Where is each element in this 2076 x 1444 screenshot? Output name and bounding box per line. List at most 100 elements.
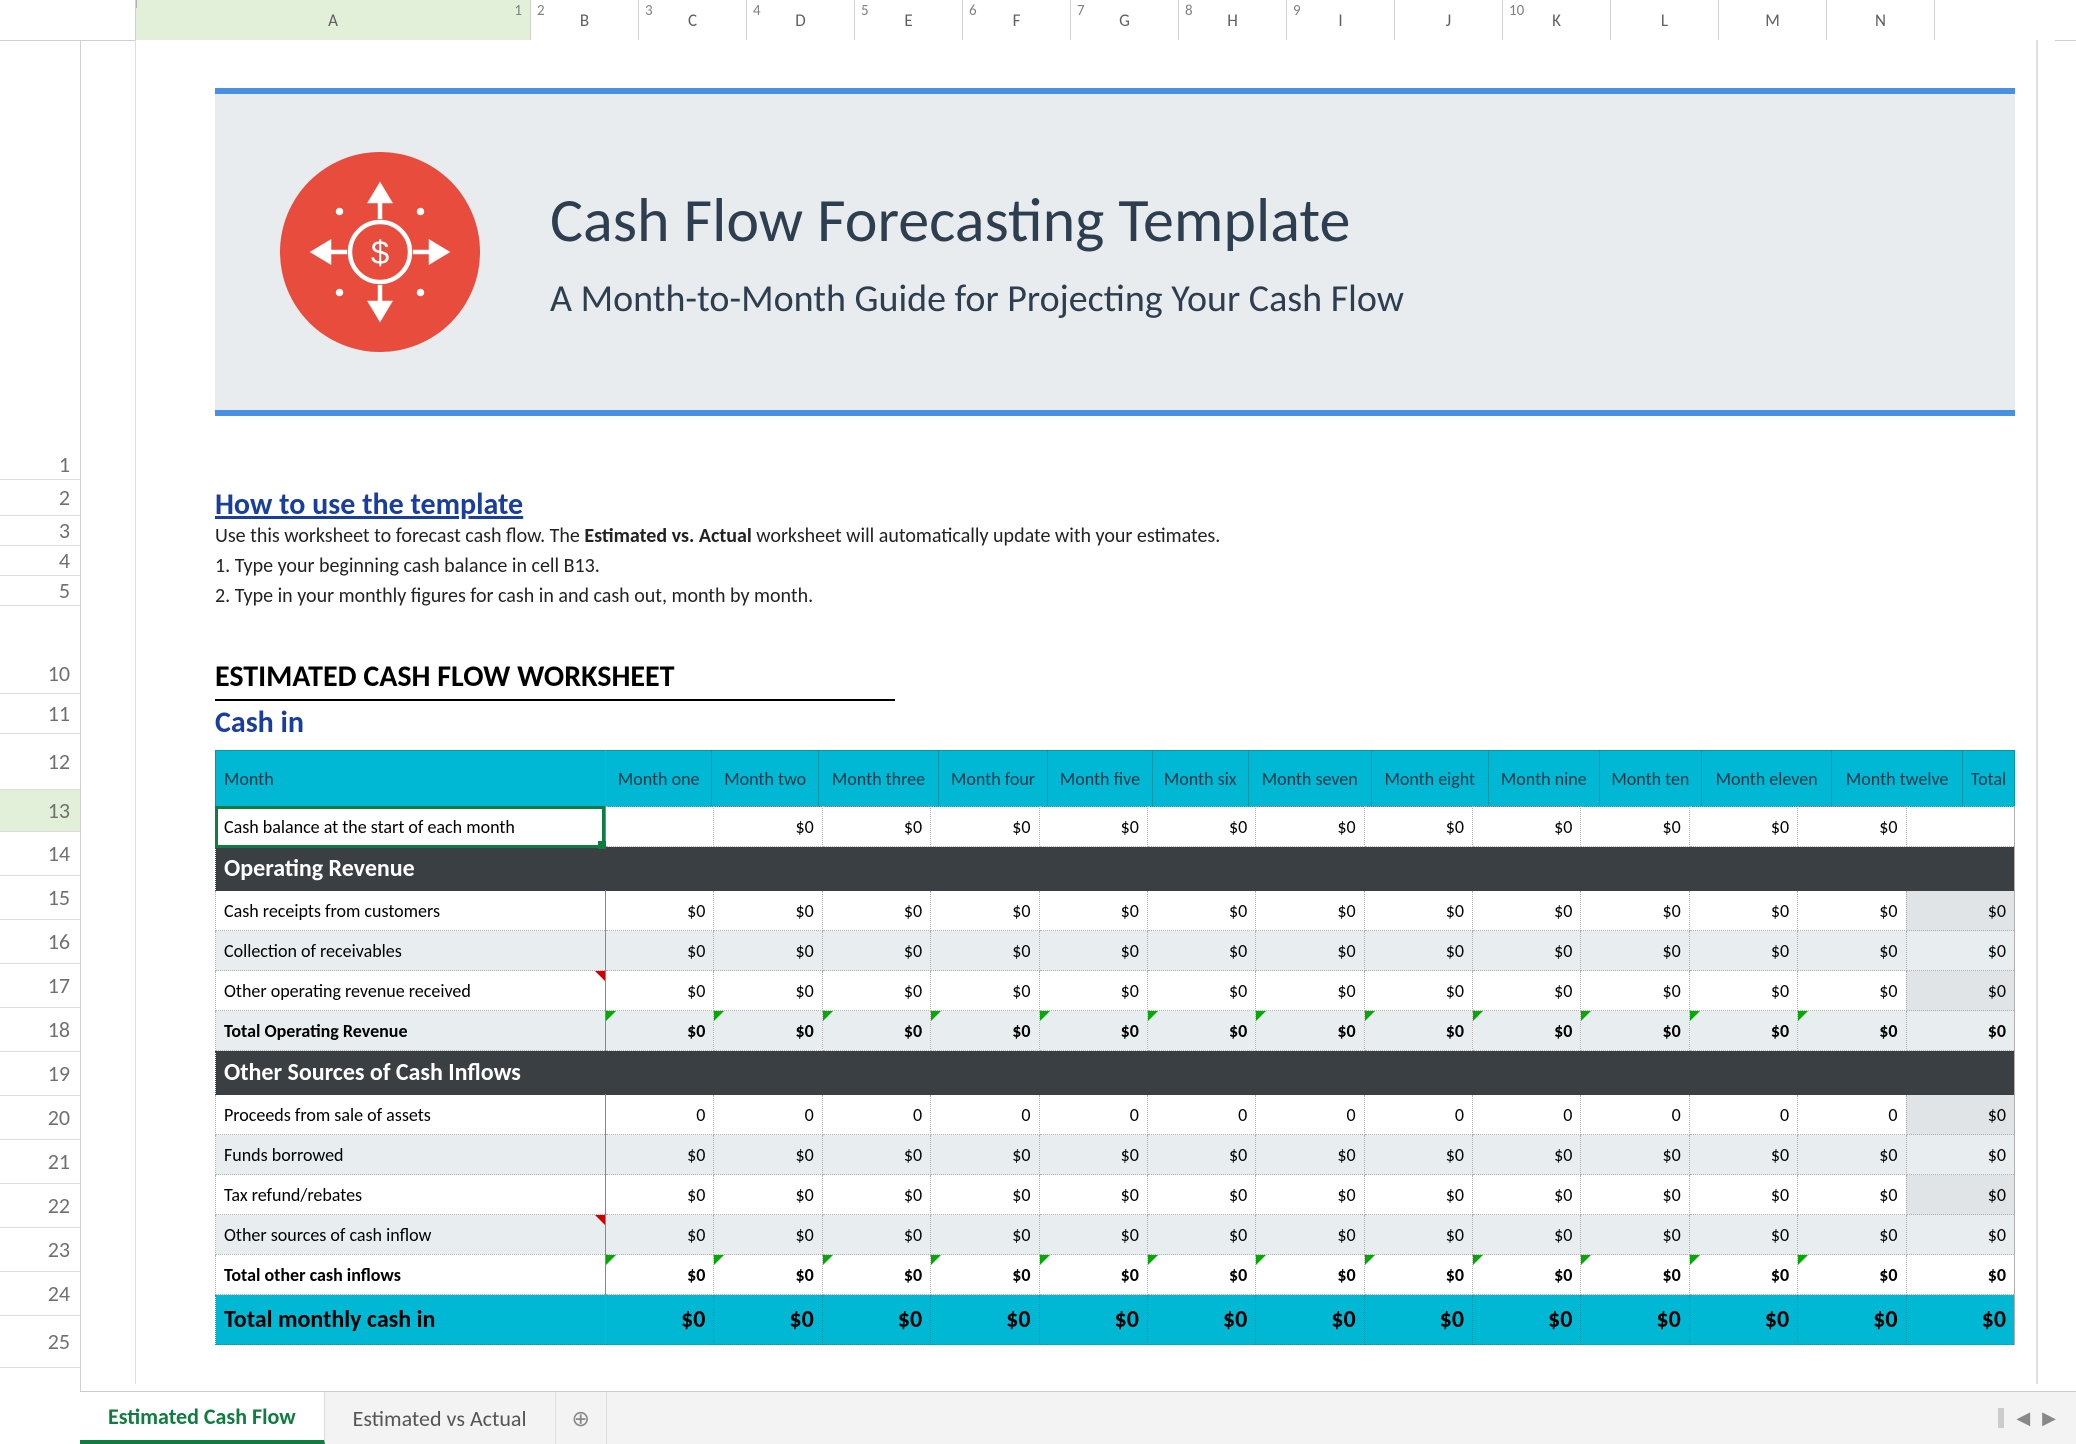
cell[interactable]: $0 — [1364, 807, 1472, 847]
worksheet-heading: ESTIMATED CASH FLOW WORKSHEET — [215, 658, 675, 695]
column-header-d[interactable]: 4D — [747, 0, 855, 40]
row-other-inflow[interactable]: Other sources of cash inflow $0$0$0$0$0$… — [216, 1215, 2015, 1255]
month-8-header[interactable]: Month eight — [1371, 751, 1488, 807]
cell[interactable]: $0 — [1256, 807, 1364, 847]
cashflow-table[interactable]: Cash balance at the start of each month … — [215, 806, 2015, 1345]
row-sale-assets[interactable]: Proceeds from sale of assets 00000000000… — [216, 1095, 2015, 1135]
select-all-corner[interactable] — [0, 0, 136, 40]
row-header[interactable]: 18 — [0, 1008, 80, 1052]
row-tax-refund[interactable]: Tax refund/rebates $0$0$0$0$0$0$0$0$0$0$… — [216, 1175, 2015, 1215]
month-10-header[interactable]: Month ten — [1599, 751, 1701, 807]
cell[interactable]: $0 — [1473, 807, 1581, 847]
tab-scroll-right-icon[interactable]: ▶ — [2042, 1407, 2056, 1429]
cell[interactable] — [1906, 807, 2015, 847]
month-label-header[interactable]: Month — [216, 751, 606, 807]
ruler-number: 1 — [514, 2, 522, 20]
cell[interactable]: $0 — [822, 807, 930, 847]
cell[interactable]: $0 — [1581, 807, 1689, 847]
month-9-header[interactable]: Month nine — [1488, 751, 1599, 807]
month-6-header[interactable]: Month six — [1152, 751, 1248, 807]
row-header[interactable]: 16 — [0, 920, 80, 964]
month-12-header[interactable]: Month twelve — [1832, 751, 1963, 807]
column-header-k[interactable]: 10K — [1503, 0, 1611, 40]
row-collection[interactable]: Collection of receivables $0$0$0$0$0$0$0… — [216, 931, 2015, 971]
month-3-header[interactable]: Month three — [819, 751, 939, 807]
row-header[interactable]: 10 — [0, 654, 80, 694]
row-total-monthly[interactable]: Total monthly cash in $0$0$0$0$0$0$0$0$0… — [216, 1295, 2015, 1345]
active-cell-selection[interactable] — [215, 806, 605, 848]
row-header[interactable]: 4 — [0, 546, 80, 576]
row-header[interactable]: 2 — [0, 480, 80, 516]
column-header-j[interactable]: J — [1395, 0, 1503, 40]
cell[interactable]: $0 — [714, 807, 822, 847]
column-header-i[interactable]: 9I — [1287, 0, 1395, 40]
title-banner: $ Cash Flow Forecasting Template A Month… — [215, 88, 2015, 416]
row-header[interactable]: 25 — [0, 1316, 80, 1368]
row-header[interactable]: 15 — [0, 876, 80, 920]
spreadsheet-canvas[interactable]: $ Cash Flow Forecasting Template A Month… — [80, 40, 2076, 1384]
section-operating-revenue: Operating Revenue — [216, 847, 2015, 891]
month-5-header[interactable]: Month five — [1048, 751, 1153, 807]
column-header-g[interactable]: 7G — [1071, 0, 1179, 40]
column-header-h[interactable]: 8H — [1179, 0, 1287, 40]
column-header-ruler[interactable]: 1 A 2B 3C 4D 5E 6F 7G 8H 9I J 10K L M N — [0, 0, 2076, 41]
row-header[interactable]: 14 — [0, 832, 80, 876]
column-header-m[interactable]: M — [1719, 0, 1827, 40]
row-header[interactable]: 22 — [0, 1184, 80, 1228]
row-other-operating[interactable]: Other operating revenue received $0$0$0$… — [216, 971, 2015, 1011]
month-2-header[interactable]: Month two — [712, 751, 819, 807]
cell[interactable]: $0 — [1689, 807, 1797, 847]
cell[interactable]: $0 — [1147, 807, 1255, 847]
row-header-active[interactable]: 13 — [0, 790, 80, 832]
row-header[interactable]: 17 — [0, 964, 80, 1008]
column-header-a[interactable]: 1 A — [136, 0, 531, 40]
row-header[interactable]: 11 — [0, 694, 80, 734]
instruction-step-1: 1. Type your beginning cash balance in c… — [215, 554, 2005, 578]
row-header[interactable]: 5 — [0, 576, 80, 606]
cell[interactable]: $0 — [1039, 807, 1147, 847]
row-total-operating[interactable]: Total Operating Revenue $0$0$0$0$0$0$0$0… — [216, 1011, 2015, 1051]
instruction-line-1: Use this worksheet to forecast cash flow… — [215, 524, 2005, 548]
row-funds-borrowed[interactable]: Funds borrowed $0$0$0$0$0$0$0$0$0$0$0$0 … — [216, 1135, 2015, 1175]
month-1-header[interactable]: Month one — [606, 751, 712, 807]
row-header[interactable]: 21 — [0, 1140, 80, 1184]
tab-estimated-cash-flow[interactable]: Estimated Cash Flow — [80, 1392, 325, 1444]
row-total-other[interactable]: Total other cash inflows $0$0$0$0$0$0$0$… — [216, 1255, 2015, 1295]
cell[interactable]: $0 — [1798, 807, 1906, 847]
instruction-step-2: 2. Type in your monthly figures for cash… — [215, 584, 2005, 608]
column-header-f[interactable]: 6F — [963, 0, 1071, 40]
column-header-e[interactable]: 5E — [855, 0, 963, 40]
tab-scroll-left-icon[interactable]: ◀ — [2016, 1407, 2030, 1429]
tab-nav-arrows[interactable]: ◀ ▶ — [1998, 1392, 2076, 1444]
row-header[interactable]: 20 — [0, 1096, 80, 1140]
months-header-row: Month Month one Month two Month three Mo… — [215, 750, 2015, 807]
row-header[interactable]: 12 — [0, 734, 80, 790]
month-7-header[interactable]: Month seven — [1248, 751, 1371, 807]
row-header[interactable]: 3 — [0, 516, 80, 546]
row-header[interactable]: 23 — [0, 1228, 80, 1272]
cell[interactable]: $0 — [931, 807, 1039, 847]
tab-scroll-separator — [1998, 1408, 2004, 1428]
banner-subtitle: A Month-to-Month Guide for Projecting Yo… — [550, 276, 1404, 322]
row-header[interactable]: 24 — [0, 1272, 80, 1316]
column-header-l[interactable]: L — [1611, 0, 1719, 40]
row-header[interactable]: 19 — [0, 1052, 80, 1096]
tab-estimated-vs-actual[interactable]: Estimated vs Actual — [325, 1392, 556, 1444]
howto-heading: How to use the template — [215, 486, 523, 523]
column-header-c[interactable]: 3C — [639, 0, 747, 40]
column-letter: A — [328, 10, 338, 31]
sheet-tab-bar[interactable]: Estimated Cash Flow Estimated vs Actual … — [80, 1391, 2076, 1444]
cell[interactable] — [606, 807, 714, 847]
total-header[interactable]: Total — [1963, 751, 2015, 807]
dollar-arrows-icon: $ — [305, 177, 455, 327]
banner-title: Cash Flow Forecasting Template — [550, 182, 1404, 258]
row-header[interactable]: 1 — [0, 450, 80, 480]
column-header-b[interactable]: 2B — [531, 0, 639, 40]
column-header-n[interactable]: N — [1827, 0, 1935, 40]
row-header-gutter[interactable]: 1 2 3 4 5 10 11 12 13 14 15 16 17 18 19 … — [0, 40, 81, 1444]
dollar-flow-icon: $ — [280, 152, 480, 352]
month-11-header[interactable]: Month eleven — [1701, 751, 1831, 807]
month-4-header[interactable]: Month four — [938, 751, 1047, 807]
add-sheet-button[interactable]: ⊕ — [556, 1392, 607, 1444]
row-cash-receipts[interactable]: Cash receipts from customers $0$0$0$0$0$… — [216, 891, 2015, 931]
